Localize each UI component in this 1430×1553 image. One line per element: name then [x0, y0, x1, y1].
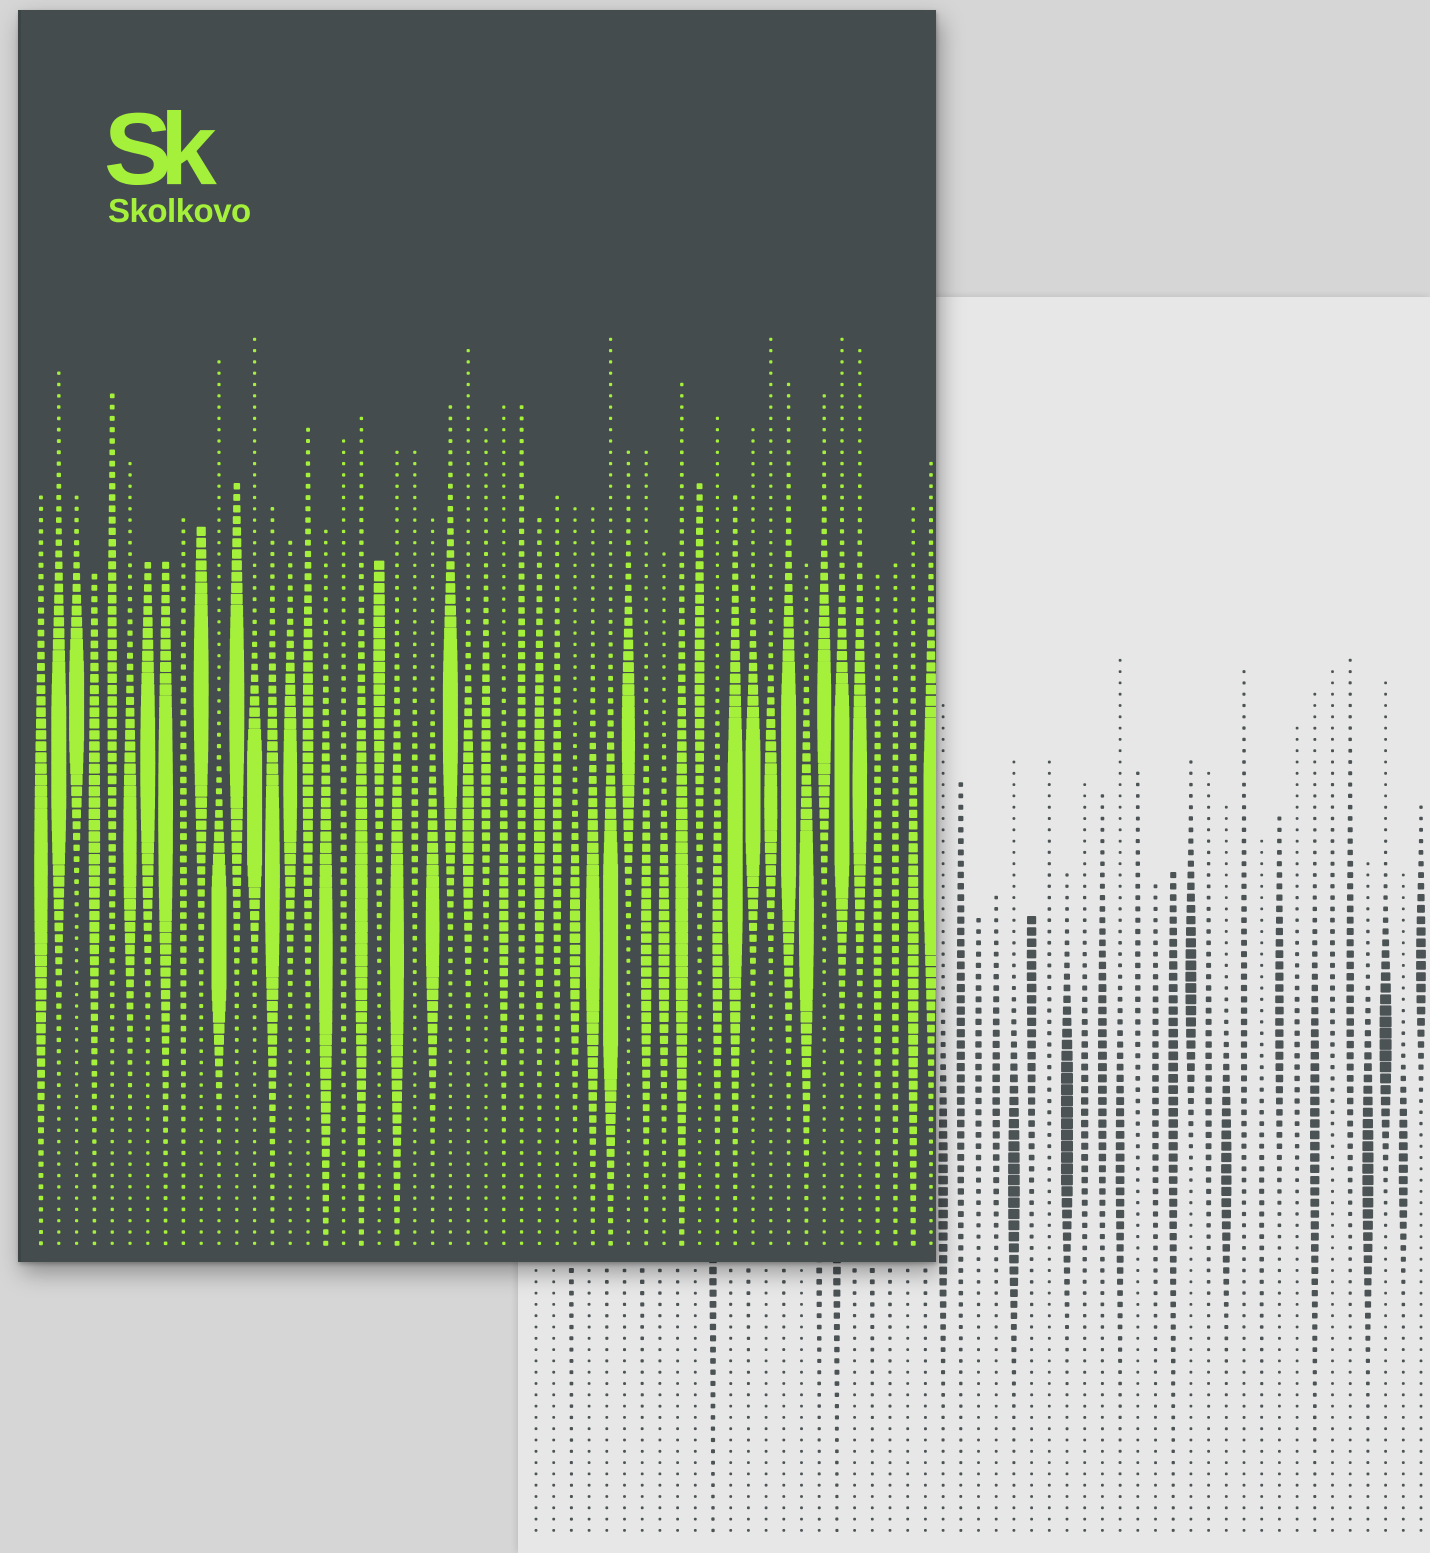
- presentation-folder: Sk Skolkovo: [18, 10, 936, 1262]
- skolkovo-logo: Sk Skolkovo: [106, 106, 306, 246]
- stationery-mockup: Sk Skolkovo: [0, 0, 1430, 1553]
- sk-monogram-icon: Sk: [106, 106, 224, 188]
- brand-name: Skolkovo: [108, 192, 251, 229]
- logo-mark-text: Sk: [106, 106, 217, 188]
